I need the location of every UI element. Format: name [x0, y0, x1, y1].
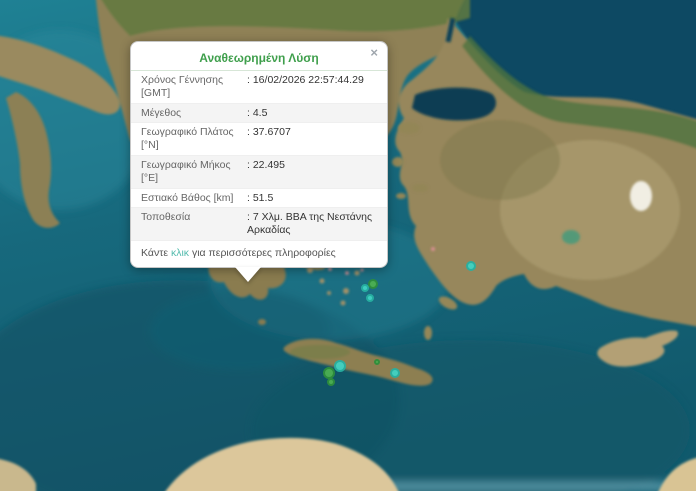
- value-text: 51.5: [252, 191, 274, 204]
- colon: :: [247, 211, 250, 224]
- footer-suffix: για περισσότερες πληροφορίες: [189, 246, 336, 259]
- colon: :: [247, 106, 250, 119]
- field-label: Τοποθεσία: [141, 211, 191, 224]
- field-value: : 7 Χλμ. ΒΒΑ της Νεστάνης Αρκαδίας: [247, 211, 377, 237]
- value-text: 37.6707: [252, 126, 291, 139]
- close-icon[interactable]: ×: [370, 46, 378, 59]
- field-label: Μέγεθος: [141, 106, 182, 119]
- field-value: : 51.5: [247, 192, 377, 205]
- popup-pointer: [235, 266, 261, 282]
- row-origin-time: Χρόνος Γέννησης [GMT] : 16/02/2026 22:57…: [131, 71, 387, 103]
- earthquake-marker-moderate[interactable]: [374, 359, 380, 365]
- popup-title: Αναθεωρημένη Λύση: [131, 42, 387, 71]
- more-info-line: Κάντε κλικ για περισσότερες πληροφορίες: [131, 239, 387, 267]
- map-viewport: × Αναθεωρημένη Λύση Χρόνος Γέννησης [GMT…: [0, 0, 696, 491]
- field-value: : 16/02/2026 22:57:44.29: [247, 74, 377, 100]
- field-value: : 37.6707: [247, 126, 377, 152]
- earthquake-marker-minor[interactable]: [334, 360, 346, 372]
- row-latitude: Γεωγραφικό Πλάτος [°N] : 37.6707: [131, 122, 387, 155]
- row-depth: Εστιακό Βάθος [km] : 51.5: [131, 187, 387, 208]
- field-value: : 22.495: [247, 159, 377, 185]
- earthquake-marker-moderate[interactable]: [368, 279, 378, 289]
- earthquake-marker-minor[interactable]: [366, 294, 374, 302]
- earthquake-marker-moderate[interactable]: [327, 378, 335, 386]
- value-text: 7 Χλμ. ΒΒΑ της Νεστάνης Αρκαδίας: [247, 211, 373, 237]
- earthquake-marker-minor[interactable]: [466, 261, 476, 271]
- colon: :: [247, 74, 250, 86]
- row-longitude: Γεωγραφικό Μήκος [°E] : 22.495: [131, 154, 387, 188]
- value-text: 16/02/2026 22:57:44.29: [252, 74, 364, 86]
- earthquake-marker-minor[interactable]: [390, 368, 400, 378]
- field-value: : 4.5: [247, 107, 377, 120]
- popup-rows: Χρόνος Γέννησης [GMT] : 16/02/2026 22:57…: [131, 71, 387, 240]
- colon: :: [247, 126, 250, 139]
- colon: :: [247, 191, 250, 204]
- earthquake-info-popup: × Αναθεωρημένη Λύση Χρόνος Γέννησης [GMT…: [130, 41, 388, 282]
- field-label: Γεωγραφικό Μήκος [°E]: [141, 158, 231, 184]
- field-label: Χρόνος Γέννησης [GMT]: [141, 74, 224, 99]
- more-info-link[interactable]: κλικ: [171, 247, 189, 259]
- field-label: Εστιακό Βάθος [km]: [141, 191, 234, 204]
- footer-prefix: Κάντε: [141, 246, 171, 259]
- row-magnitude: Μέγεθος : 4.5: [131, 102, 387, 123]
- earthquake-marker-minor[interactable]: [361, 284, 369, 292]
- value-text: 22.495: [252, 158, 285, 171]
- row-location: Τοποθεσία : 7 Χλμ. ΒΒΑ της Νεστάνης Αρκα…: [131, 207, 387, 240]
- colon: :: [247, 158, 250, 171]
- value-text: 4.5: [252, 106, 268, 119]
- field-label: Γεωγραφικό Πλάτος [°N]: [141, 126, 234, 152]
